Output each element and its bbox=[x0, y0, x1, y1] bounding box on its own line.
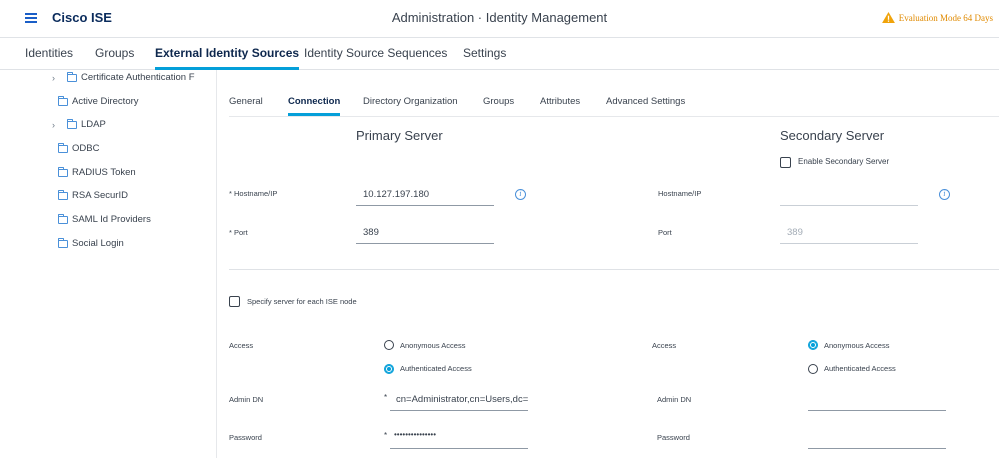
tree-item-label: RADIUS Token bbox=[72, 167, 136, 178]
primary-anonymous-radio[interactable] bbox=[384, 340, 394, 350]
tree-item-active-directory[interactable]: Active Directory bbox=[58, 95, 139, 107]
tree-item-radius-token[interactable]: RADIUS Token bbox=[58, 166, 136, 178]
tree-item-rsa-securid[interactable]: RSA SecurID bbox=[58, 189, 128, 201]
info-icon[interactable]: i bbox=[515, 189, 526, 200]
folder-icon bbox=[58, 237, 68, 248]
primary-admin-dn-label: Admin DN bbox=[229, 395, 264, 404]
tab-attributes[interactable]: Attributes bbox=[540, 96, 580, 107]
tree-item-social-login[interactable]: Social Login bbox=[58, 237, 124, 249]
secondary-password-input[interactable] bbox=[808, 427, 946, 449]
primary-server-title: Primary Server bbox=[356, 128, 443, 143]
folder-icon bbox=[58, 189, 68, 200]
primary-anonymous-label: Anonymous Access bbox=[400, 341, 466, 350]
evaluation-notice[interactable]: Evaluation Mode 64 Days bbox=[881, 12, 993, 23]
tree-item-odbc[interactable]: ODBC bbox=[58, 142, 100, 154]
tab-external-identity-sources[interactable]: External Identity Sources bbox=[155, 46, 300, 70]
sub-tabs-divider bbox=[229, 116, 999, 117]
folder-icon bbox=[67, 118, 77, 129]
secondary-hostname-label: Hostname/IP bbox=[658, 189, 702, 198]
ldap-sub-tabs: General Connection Directory Organizatio… bbox=[218, 88, 999, 116]
tab-groups-sub[interactable]: Groups bbox=[483, 96, 514, 107]
required-marker: * bbox=[384, 393, 388, 402]
secondary-anonymous-radio[interactable] bbox=[808, 340, 818, 350]
tab-settings[interactable]: Settings bbox=[463, 46, 506, 60]
specify-server-checkbox[interactable] bbox=[229, 296, 240, 307]
required-marker: * bbox=[384, 431, 388, 440]
primary-hostname-label: * Hostname/IP bbox=[229, 189, 278, 198]
folder-icon bbox=[58, 142, 68, 153]
tree-item-label: Active Directory bbox=[72, 96, 139, 107]
tab-connection[interactable]: Connection bbox=[288, 96, 341, 116]
tab-identity-source-sequences[interactable]: Identity Source Sequences bbox=[304, 46, 447, 60]
tab-general[interactable]: General bbox=[229, 96, 263, 107]
secondary-port-input[interactable]: 389 bbox=[780, 222, 918, 244]
chevron-right-icon[interactable]: › bbox=[52, 73, 60, 83]
tab-directory-organization[interactable]: Directory Organization bbox=[363, 96, 458, 107]
folder-icon bbox=[58, 166, 68, 177]
secondary-server-title: Secondary Server bbox=[780, 128, 885, 143]
tree-item-certificate-authentication[interactable]: › Certificate Authentication F bbox=[52, 71, 195, 83]
section-divider bbox=[229, 269, 999, 270]
specify-server-label: Specify server for each ISE node bbox=[247, 297, 357, 306]
secondary-anonymous-label: Anonymous Access bbox=[824, 341, 890, 350]
folder-icon bbox=[58, 95, 68, 106]
tab-groups[interactable]: Groups bbox=[95, 46, 134, 60]
secondary-authenticated-label: Authenticated Access bbox=[824, 364, 896, 373]
primary-hostname-input[interactable]: 10.127.197.180 bbox=[356, 184, 494, 206]
folder-icon bbox=[58, 213, 68, 224]
secondary-admin-dn-label: Admin DN bbox=[657, 395, 692, 404]
enable-secondary-checkbox[interactable] bbox=[780, 157, 791, 168]
sidebar-tree: › Certificate Authentication F Active Di… bbox=[0, 70, 217, 458]
primary-password-label: Password bbox=[229, 433, 262, 442]
app-header: Cisco ISE Administration · Identity Mana… bbox=[0, 0, 999, 38]
top-tabs: Identities Groups External Identity Sour… bbox=[0, 38, 999, 70]
secondary-authenticated-radio[interactable] bbox=[808, 364, 818, 374]
warning-icon bbox=[881, 12, 895, 23]
secondary-password-label: Password bbox=[657, 433, 690, 442]
tree-item-label: ODBC bbox=[72, 143, 100, 154]
chevron-right-icon[interactable]: › bbox=[52, 120, 60, 130]
tree-item-ldap[interactable]: › LDAP bbox=[52, 118, 106, 130]
enable-secondary-label: Enable Secondary Server bbox=[798, 157, 890, 166]
info-icon[interactable]: i bbox=[939, 189, 950, 200]
tree-item-label: Certificate Authentication F bbox=[81, 72, 195, 83]
primary-port-input[interactable]: 389 bbox=[356, 222, 494, 244]
primary-authenticated-radio[interactable] bbox=[384, 364, 394, 374]
secondary-hostname-input[interactable] bbox=[780, 184, 918, 206]
tree-item-label: Social Login bbox=[72, 238, 124, 249]
tree-item-saml-id-providers[interactable]: SAML Id Providers bbox=[58, 213, 151, 225]
secondary-port-label: Port bbox=[658, 228, 672, 237]
tree-item-label: RSA SecurID bbox=[72, 190, 128, 201]
secondary-access-label: Access bbox=[652, 341, 677, 350]
tab-advanced-settings[interactable]: Advanced Settings bbox=[606, 96, 685, 107]
folder-icon bbox=[67, 71, 77, 82]
primary-admin-dn-input[interactable]: cn=Administrator,cn=Users,dc= bbox=[390, 389, 528, 411]
evaluation-text: Evaluation Mode 64 Days bbox=[898, 12, 993, 23]
primary-port-label: * Port bbox=[229, 228, 248, 237]
primary-authenticated-label: Authenticated Access bbox=[400, 364, 472, 373]
tab-identities[interactable]: Identities bbox=[25, 46, 73, 60]
primary-password-input[interactable]: ••••••••••••••• bbox=[390, 427, 528, 449]
tree-item-label: LDAP bbox=[81, 119, 106, 130]
secondary-admin-dn-input[interactable] bbox=[808, 389, 946, 411]
primary-access-label: Access bbox=[229, 341, 254, 350]
page-title: Administration · Identity Management bbox=[391, 10, 608, 25]
tree-item-label: SAML Id Providers bbox=[72, 214, 151, 225]
